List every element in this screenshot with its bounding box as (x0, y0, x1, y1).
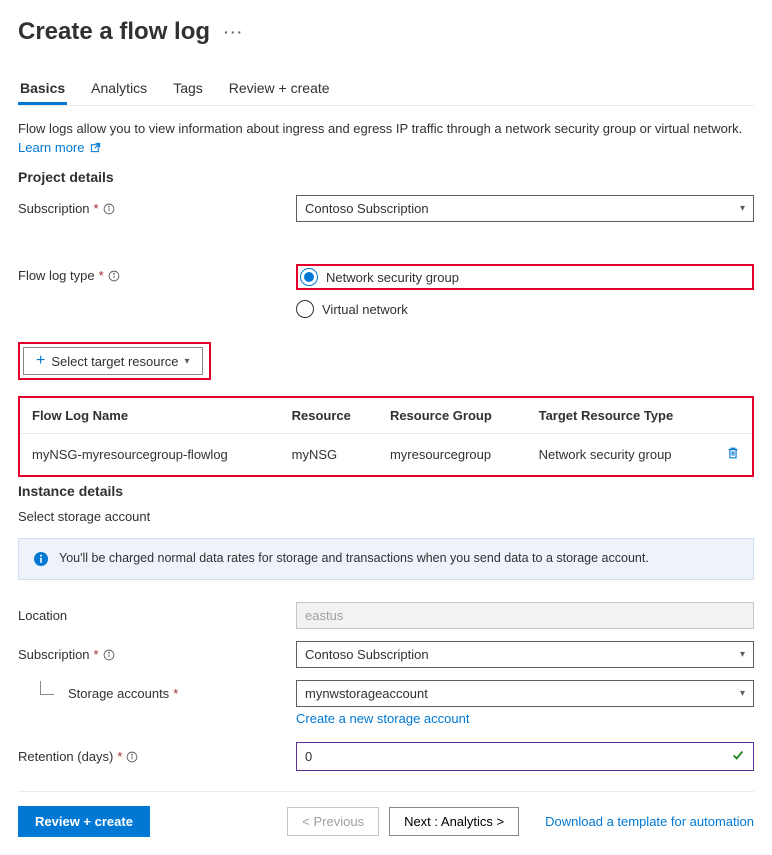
chevron-down-icon: ▾ (740, 203, 745, 214)
select-target-resource-button[interactable]: + Select target resource ▾ (23, 347, 203, 375)
tab-basics[interactable]: Basics (18, 80, 67, 105)
radio-vnet[interactable]: Virtual network (296, 300, 754, 318)
plus-icon: + (36, 353, 45, 369)
required-indicator: * (117, 749, 122, 764)
info-icon (33, 551, 49, 567)
subscription2-label: Subscription (18, 647, 90, 662)
target-resource-table: Flow Log Name Resource Resource Group Ta… (20, 398, 752, 475)
tab-review[interactable]: Review + create (227, 80, 332, 105)
retention-input[interactable]: 0 (296, 742, 754, 771)
info-icon[interactable] (108, 270, 120, 282)
radio-nsg[interactable]: Network security group (300, 268, 459, 286)
chevron-down-icon: ▾ (740, 649, 745, 660)
info-icon[interactable] (126, 751, 138, 763)
subscription-select[interactable]: Contoso Subscription ▾ (296, 195, 754, 222)
chevron-down-icon: ▾ (740, 688, 745, 699)
storage-label: Storage accounts (68, 686, 169, 701)
radio-unchecked-icon (296, 300, 314, 318)
location-field: eastus (296, 602, 754, 629)
target-resource-table-highlight: Flow Log Name Resource Resource Group Ta… (18, 396, 754, 477)
subscription2-select[interactable]: Contoso Subscription ▾ (296, 641, 754, 668)
required-indicator: * (99, 268, 104, 283)
storage-select[interactable]: mynwstorageaccount ▾ (296, 680, 754, 707)
info-icon[interactable] (103, 203, 115, 215)
col-rg: Resource Group (378, 398, 527, 434)
col-flowlogname: Flow Log Name (20, 398, 280, 434)
previous-button: < Previous (287, 807, 379, 836)
col-resource: Resource (280, 398, 378, 434)
more-icon[interactable]: ··· (224, 24, 244, 40)
review-create-button[interactable]: Review + create (18, 806, 150, 837)
download-template-link[interactable]: Download a template for automation (545, 814, 754, 829)
required-indicator: * (173, 686, 178, 701)
learn-more-link[interactable]: Learn more (18, 140, 101, 155)
intro-text: Flow logs allow you to view information … (18, 120, 754, 138)
next-button[interactable]: Next : Analytics > (389, 807, 519, 836)
radio-checked-icon (300, 268, 318, 286)
subscription-label: Subscription (18, 201, 90, 216)
select-storage-label: Select storage account (18, 509, 754, 524)
footer-bar: Review + create < Previous Next : Analyt… (18, 791, 754, 837)
info-bar: You'll be charged normal data rates for … (18, 538, 754, 580)
location-label: Location (18, 608, 67, 623)
delete-icon[interactable] (726, 448, 740, 463)
flowtype-label: Flow log type (18, 268, 95, 283)
create-storage-link[interactable]: Create a new storage account (296, 711, 469, 726)
tree-connector-icon (40, 681, 54, 695)
page-title: Create a flow log ··· (18, 18, 754, 46)
required-indicator: * (94, 647, 99, 662)
tab-tags[interactable]: Tags (171, 80, 205, 105)
retention-label: Retention (days) (18, 749, 113, 764)
tab-analytics[interactable]: Analytics (89, 80, 149, 105)
col-type: Target Resource Type (527, 398, 714, 434)
chevron-down-icon: ▾ (185, 356, 190, 367)
checkmark-icon (731, 748, 745, 765)
instance-details-heading: Instance details (18, 483, 754, 499)
required-indicator: * (94, 201, 99, 216)
info-icon[interactable] (103, 649, 115, 661)
tab-bar: Basics Analytics Tags Review + create (18, 80, 754, 106)
table-row: myNSG-myresourcegroup-flowlog myNSG myre… (20, 434, 752, 476)
project-details-heading: Project details (18, 169, 754, 185)
external-link-icon (90, 142, 101, 153)
